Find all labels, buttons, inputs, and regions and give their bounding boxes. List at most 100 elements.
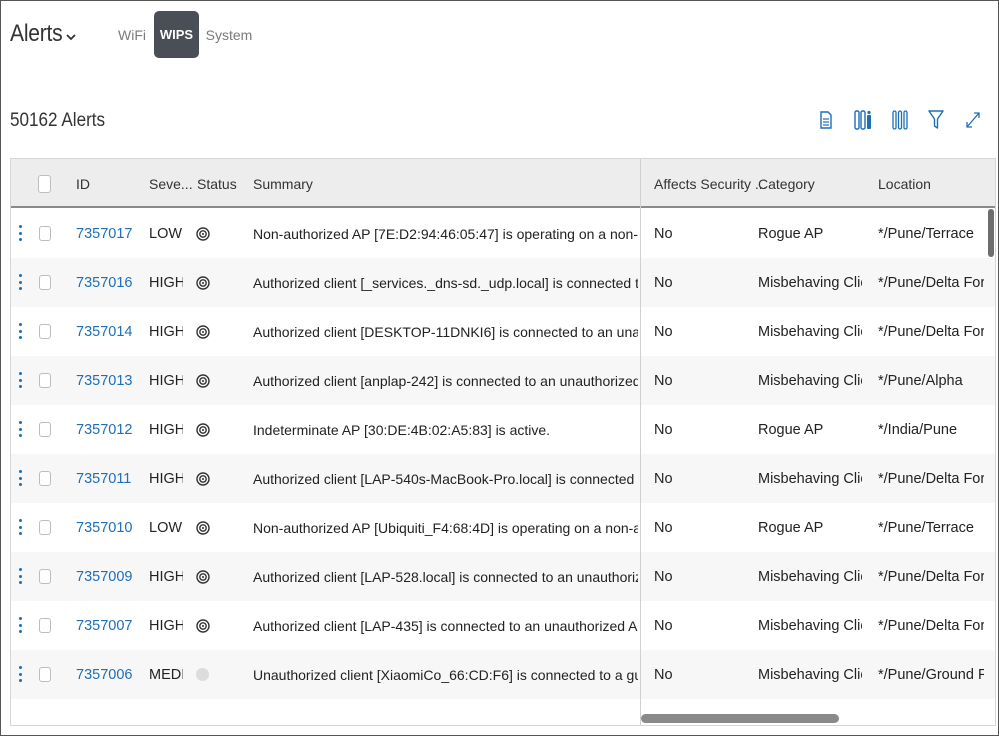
column-header-status[interactable]: Status — [197, 159, 237, 208]
location-cell: */Pune/Delta Force — [878, 274, 984, 291]
row-checkbox[interactable] — [39, 471, 51, 486]
expand-icon[interactable] — [960, 106, 986, 134]
row-checkbox[interactable] — [39, 422, 51, 437]
table-row[interactable]: 7357011 HIGH Authorized client [LAP-540s… — [11, 454, 995, 503]
table-row[interactable]: 7357010 LOW Non-authorized AP [Ubiquiti_… — [11, 503, 995, 552]
status-cell — [196, 601, 216, 650]
severity-cell: HIGH — [149, 568, 183, 585]
status-cell — [196, 307, 216, 356]
columns-icon[interactable] — [887, 106, 913, 134]
summary-cell: Authorized client [DESKTOP-11DNKI6] is c… — [253, 323, 638, 340]
vertical-scrollbar[interactable] — [988, 209, 994, 257]
row-menu-icon[interactable] — [17, 323, 23, 343]
row-menu-icon[interactable] — [17, 666, 23, 686]
table-row[interactable]: 7357017 LOW Non-authorized AP [7E:D2:94:… — [11, 209, 995, 258]
tab-system[interactable]: System — [205, 11, 253, 58]
table-row[interactable]: 7357013 HIGH Authorized client [anplap-2… — [11, 356, 995, 405]
alert-id-link[interactable]: 7357013 — [76, 356, 132, 405]
affects-security-cell: No — [654, 519, 673, 536]
summary-cell: Authorized client [_services._dns-sd._ud… — [253, 274, 638, 291]
table-row[interactable]: 7357016 HIGH Authorized client [_service… — [11, 258, 995, 307]
row-menu-icon[interactable] — [17, 421, 23, 441]
status-cell — [196, 405, 216, 454]
tab-wifi[interactable]: WiFi — [114, 11, 150, 58]
location-cell: */India/Pune — [878, 421, 958, 438]
table-header: ID Seve... Status Summary Affects Securi… — [11, 159, 995, 208]
select-all-checkbox[interactable] — [38, 175, 51, 193]
filter-icon[interactable] — [923, 106, 949, 134]
category-cell: Misbehaving Clients — [758, 666, 862, 683]
severity-cell: HIGH — [149, 470, 183, 487]
status-cell — [196, 258, 216, 307]
page-title: Alerts — [10, 20, 63, 47]
location-cell: */Pune/Ground Floo — [878, 666, 984, 683]
affects-security-cell: No — [654, 421, 673, 438]
inactive-status-icon — [196, 668, 209, 681]
row-menu-icon[interactable] — [17, 617, 23, 637]
column-header-category[interactable]: Category — [758, 159, 815, 208]
table-row[interactable]: 7357006 MEDIU Unauthorized client [Xiaom… — [11, 650, 995, 699]
column-header-summary[interactable]: Summary — [253, 159, 313, 208]
location-cell: */Pune/Terrace — [878, 519, 974, 536]
alert-id-link[interactable]: 7357014 — [76, 307, 132, 356]
row-checkbox[interactable] — [39, 226, 51, 241]
affects-security-cell: No — [654, 225, 673, 242]
category-cell: Rogue AP — [758, 421, 824, 438]
column-header-location[interactable]: Location — [878, 159, 931, 208]
row-checkbox[interactable] — [39, 667, 51, 682]
summary-cell: Authorized client [LAP-528.local] is con… — [253, 568, 638, 585]
alert-id-link[interactable]: 7357010 — [76, 503, 132, 552]
tab-wips[interactable]: WIPS — [154, 11, 199, 58]
status-cell — [196, 356, 216, 405]
row-checkbox[interactable] — [39, 373, 51, 388]
location-cell: */Pune/Delta Force — [878, 568, 984, 585]
category-cell: Misbehaving Clients — [758, 568, 862, 585]
target-icon — [196, 422, 210, 437]
row-menu-icon[interactable] — [17, 470, 23, 490]
columns-settings-icon[interactable] — [850, 106, 876, 134]
affects-security-cell: No — [654, 274, 673, 291]
severity-cell: LOW — [149, 519, 183, 536]
table-row[interactable]: 7357014 HIGH Authorized client [DESKTOP-… — [11, 307, 995, 356]
table-row[interactable]: 7357012 HIGH Indeterminate AP [30:DE:4B:… — [11, 405, 995, 454]
row-checkbox[interactable] — [39, 275, 51, 290]
row-menu-icon[interactable] — [17, 274, 23, 294]
summary-cell: Authorized client [LAP-435] is connected… — [253, 617, 638, 634]
status-cell — [196, 552, 216, 601]
alert-id-link[interactable]: 7357006 — [76, 650, 132, 699]
document-icon[interactable] — [813, 106, 839, 134]
row-checkbox[interactable] — [39, 618, 51, 633]
target-icon — [196, 324, 210, 339]
row-checkbox[interactable] — [39, 520, 51, 535]
alert-count: 50162 Alerts — [10, 110, 106, 131]
row-checkbox[interactable] — [39, 324, 51, 339]
row-checkbox[interactable] — [39, 569, 51, 584]
horizontal-scrollbar[interactable] — [641, 714, 839, 723]
alert-id-link[interactable]: 7357009 — [76, 552, 132, 601]
severity-cell: HIGH — [149, 421, 183, 438]
target-icon — [196, 618, 210, 633]
affects-security-cell: No — [654, 323, 673, 340]
location-cell: */Pune/Delta Force — [878, 617, 984, 634]
alert-id-link[interactable]: 7357017 — [76, 209, 132, 258]
table-row[interactable]: 7357007 HIGH Authorized client [LAP-435]… — [11, 601, 995, 650]
row-menu-icon[interactable] — [17, 568, 23, 588]
affects-security-cell: No — [654, 666, 673, 683]
alert-id-link[interactable]: 7357012 — [76, 405, 132, 454]
column-header-id[interactable]: ID — [76, 159, 90, 208]
row-menu-icon[interactable] — [17, 225, 23, 245]
alert-id-link[interactable]: 7357016 — [76, 258, 132, 307]
target-icon — [196, 569, 210, 584]
table-row[interactable]: 7357009 HIGH Authorized client [LAP-528.… — [11, 552, 995, 601]
row-menu-icon[interactable] — [17, 519, 23, 539]
alert-id-link[interactable]: 7357007 — [76, 601, 132, 650]
column-header-affects-security[interactable]: Affects Security ... — [654, 159, 767, 208]
pinned-column-divider — [640, 159, 641, 725]
alert-id-link[interactable]: 7357011 — [76, 454, 131, 503]
affects-security-cell: No — [654, 568, 673, 585]
chevron-down-icon[interactable] — [64, 30, 78, 44]
column-header-severity[interactable]: Seve... — [149, 159, 193, 208]
affects-security-cell: No — [654, 372, 673, 389]
location-cell: */Pune/Delta Force — [878, 470, 984, 487]
row-menu-icon[interactable] — [17, 372, 23, 392]
